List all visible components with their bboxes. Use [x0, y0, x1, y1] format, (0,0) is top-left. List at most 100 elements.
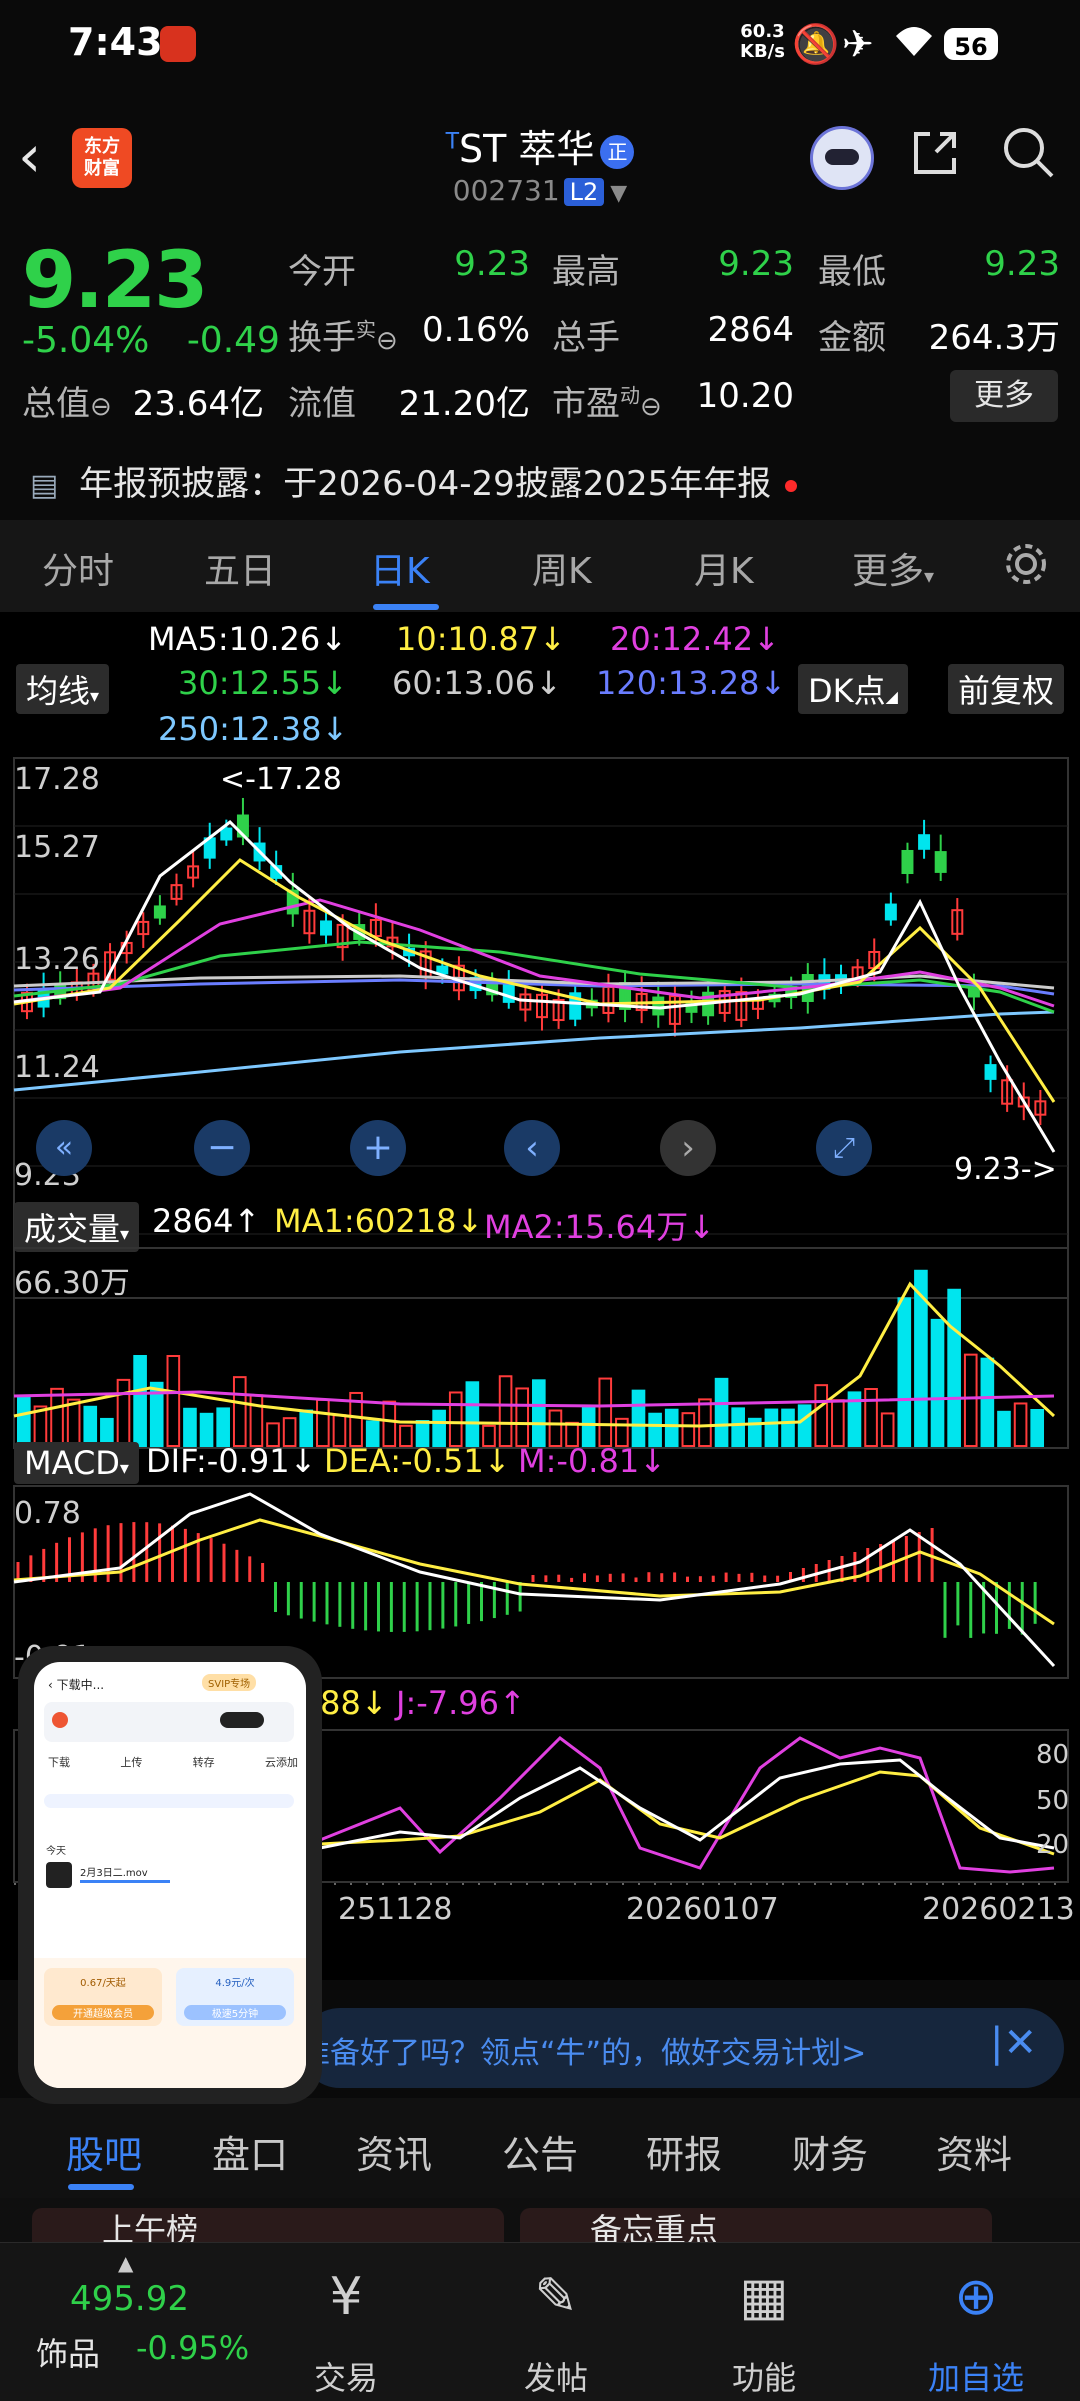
y-tick-4: 11.24 [14, 1050, 100, 1085]
notice-text: 年报预披露：于2026-04-29披露2025年年报 [79, 464, 772, 504]
volume-bar [17, 1396, 31, 1448]
info-icon[interactable]: ⊖ [90, 392, 112, 422]
ma30-value: 30:12.55↓ [178, 664, 348, 702]
volume-bar [166, 1355, 181, 1447]
scroll-right-icon[interactable]: › [660, 1120, 716, 1176]
nav-functions[interactable]: 功能 [684, 2353, 844, 2399]
info-icon[interactable]: ⊖ [376, 326, 398, 356]
rewind-icon[interactable]: « [36, 1120, 92, 1176]
volume-bar [116, 1378, 131, 1447]
ma-type-select[interactable]: 均线▾ [16, 664, 110, 714]
ma60-value: 60:13.06↓ [392, 664, 562, 702]
volume-indicator-select[interactable]: 成交量▾ [14, 1202, 140, 1252]
share-icon[interactable] [908, 126, 962, 192]
tab-forum[interactable]: 股吧 [66, 2124, 142, 2179]
stock-header: TST 萃华正 002731 L2 ▼ ‹ 东方 财富 [0, 96, 1080, 222]
adjust-select[interactable]: 前复权 [948, 664, 1065, 714]
gear-icon[interactable] [1002, 540, 1050, 592]
status-bar: 7:43 60.3 KB/s 🔕 ✈ 56 [0, 0, 1080, 90]
nav-post[interactable]: 发帖 [476, 2353, 636, 2399]
tab-daily-k[interactable]: 日K [370, 542, 430, 594]
index-value[interactable]: 495.92 [70, 2279, 189, 2319]
amount-value: 264.3万 [928, 318, 1060, 358]
date-label-1: 251128 [338, 1892, 453, 1927]
volume-bar [532, 1379, 546, 1448]
turnover-label: 换手实⊖ [288, 310, 398, 359]
ma120-value: 120:13.28↓ [596, 664, 787, 702]
tab-financials[interactable]: 财务 [792, 2124, 868, 2179]
volume-bar [963, 1353, 978, 1447]
dk-label: DK点 [808, 672, 886, 710]
promo-banner[interactable]: 准备好了吗？领点“牛”的，做好交易计划> |✕ [300, 2008, 1064, 2088]
trade-icon[interactable]: ¥ [266, 2267, 426, 2327]
tab-more[interactable]: 更多▾ [852, 542, 934, 594]
close-icon[interactable]: |✕ [990, 2020, 1037, 2066]
volume-bar [299, 1409, 314, 1447]
volume-bar [764, 1408, 779, 1447]
macd-ymax: 0.78 [14, 1496, 81, 1531]
volume-bar [980, 1357, 995, 1447]
title-superscript: T [445, 129, 460, 155]
tab-news[interactable]: 资讯 [356, 2124, 432, 2179]
tab-research[interactable]: 研报 [646, 2124, 722, 2179]
fullscreen-icon[interactable]: ⤢ [816, 1120, 872, 1176]
ma250-value: 250:12.38↓ [158, 710, 349, 748]
abs-change: -0.49 [186, 320, 280, 361]
search-icon[interactable] [1000, 124, 1056, 192]
dea-line [13, 1518, 1055, 1626]
network-speed: 60.3 KB/s [740, 22, 785, 62]
tab-orderbook[interactable]: 盘口 [212, 2124, 288, 2179]
overlay-title-text: 下载中... [56, 1678, 105, 1692]
volume-bar [664, 1408, 679, 1447]
scroll-left-icon[interactable]: ‹ [504, 1120, 560, 1176]
y-tick-1: 17.28 [14, 762, 100, 797]
more-button[interactable]: 更多 [950, 370, 1058, 422]
pe-text: 市盈 [552, 384, 620, 424]
overlay-vip-badge: SVIP专场 [202, 1674, 257, 1691]
zoom-out-icon[interactable]: − [194, 1120, 250, 1176]
tab-profile[interactable]: 资料 [936, 2124, 1012, 2179]
index-name[interactable]: 饰品 [36, 2329, 100, 2375]
tab-announcements[interactable]: 公告 [502, 2124, 578, 2179]
alert-icon [52, 1712, 68, 1728]
add-watchlist-icon[interactable]: ⊕ [896, 2267, 1056, 2327]
float-label: 流值 [288, 384, 356, 424]
speed-unit: KB/s [740, 41, 785, 62]
back-icon[interactable]: ‹ [18, 122, 41, 190]
nav-add-watchlist[interactable]: 加自选 [896, 2353, 1056, 2399]
unread-dot [785, 479, 798, 492]
bottom-navigation: ▲ 495.92 饰品 -0.95% ¥ 交易 ✎ 发帖 ▦ 功能 ⊕ 加自选 [0, 2242, 1080, 2401]
volume-bar [249, 1394, 264, 1448]
floating-window-preview[interactable]: ‹ 下载中... SVIP专场 下载 上传 转存 云添加 今天 2月3日二.mo… [18, 1646, 322, 2104]
info-icon[interactable]: ⊖ [640, 392, 662, 422]
tab-intraday[interactable]: 分时 [42, 542, 114, 594]
y-tick-3: 13.26 [14, 942, 100, 977]
annual-report-notice[interactable]: ▤ 年报预披露：于2026-04-29披露2025年年报 [30, 456, 798, 505]
video-thumbnail [46, 1862, 72, 1888]
volume-bar [581, 1406, 596, 1448]
volume-bar [864, 1388, 878, 1447]
zoom-in-icon[interactable]: + [350, 1120, 406, 1176]
tab-monthly-k[interactable]: 月K [694, 542, 754, 594]
overlay-alert-card [44, 1702, 294, 1742]
volume-label: 总手 [552, 318, 620, 358]
functions-icon[interactable]: ▦ [684, 2267, 844, 2327]
dk-point-button[interactable]: DK点◢ [798, 664, 908, 714]
nav-trade[interactable]: 交易 [266, 2353, 426, 2399]
volume-bar [465, 1381, 480, 1448]
ma10-value: 10:10.87↓ [396, 620, 566, 658]
mute-icon: 🔕 [792, 22, 840, 66]
overlay-today: 今天 [46, 1846, 66, 1857]
post-icon[interactable]: ✎ [476, 2267, 636, 2327]
ma5-value: MA5:10.26↓ [148, 620, 348, 658]
ai-assistant-icon[interactable] [810, 126, 874, 190]
turnover-text: 换手 [288, 318, 356, 358]
promo-card-right: 4.9元/次 极速5分钟 [176, 1968, 294, 2026]
mcap-text: 总值 [22, 384, 90, 424]
overlay-tab-upload: 上传 [120, 1756, 143, 1769]
tab-five-day[interactable]: 五日 [204, 542, 276, 594]
macd-indicator-select[interactable]: MACD▾ [14, 1442, 139, 1484]
last-price: 9.23 [22, 236, 208, 326]
tab-weekly-k[interactable]: 周K [532, 542, 592, 594]
index-pct[interactable]: -0.95% [136, 2329, 249, 2367]
